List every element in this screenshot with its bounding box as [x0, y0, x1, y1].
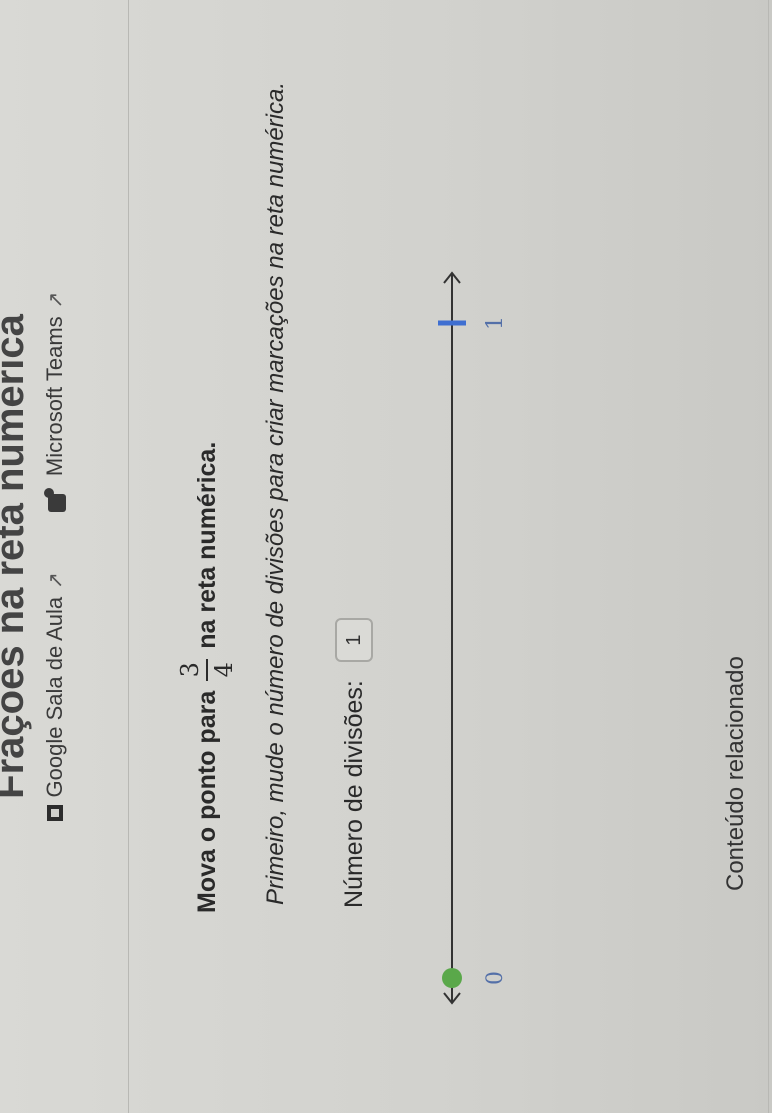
screen: Frações na reta numérica Google Sala de … [0, 0, 772, 1113]
google-classroom-link[interactable]: Google Sala de Aula ↗ [42, 572, 68, 822]
fraction-numerator: 3 [176, 662, 204, 678]
question-prompt: Mova o ponto para 3 4 na reta numérica. [176, 441, 238, 913]
divider [128, 0, 129, 1113]
google-classroom-icon [47, 805, 63, 822]
tick-label-start: 0 [483, 971, 508, 985]
divisions-control: Número de divisões: [335, 618, 373, 908]
fraction: 3 4 [176, 658, 238, 681]
divisions-label: Número de divisões: [339, 680, 368, 908]
divisions-input[interactable] [335, 618, 373, 663]
microsoft-teams-icon [44, 484, 66, 513]
page-title: Frações na reta numérica [0, 314, 32, 799]
prompt-text-before: Mova o ponto para [192, 690, 221, 913]
google-classroom-label: Google Sala de Aula [42, 596, 67, 798]
external-link-icon: ↗ [44, 572, 67, 589]
divider [768, 0, 769, 1113]
tick-label-end: 1 [483, 316, 508, 330]
related-content-heading: Conteúdo relacionado [722, 656, 749, 891]
fraction-denominator: 4 [210, 662, 238, 678]
share-links: Google Sala de Aula ↗ Microsoft Teams ↗ [42, 0, 68, 1113]
fraction-bar [206, 658, 208, 681]
microsoft-teams-label: Microsoft Teams [42, 316, 67, 477]
number-line: 0 1 [438, 271, 508, 1005]
prompt-text-after: na reta numérica. [192, 441, 221, 649]
draggable-point[interactable] [442, 968, 462, 988]
instruction-text: Primeiro, mude o número de divisões para… [262, 81, 289, 905]
external-link-icon: ↗ [44, 291, 67, 309]
microsoft-teams-link[interactable]: Microsoft Teams ↗ [42, 292, 68, 513]
